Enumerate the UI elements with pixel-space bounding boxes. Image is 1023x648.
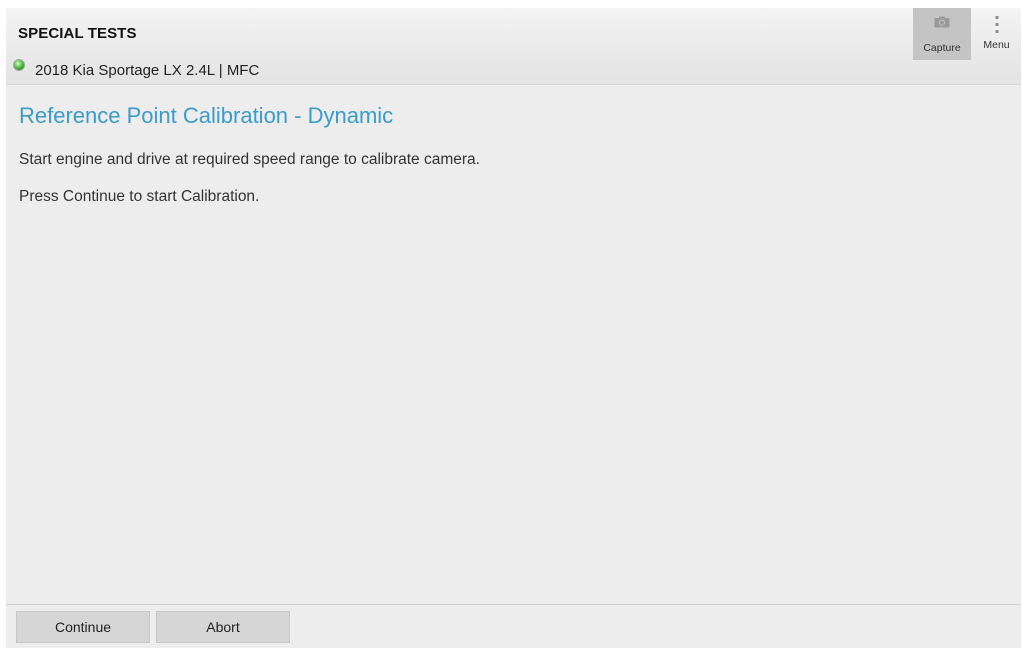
camera-icon [934, 16, 950, 28]
action-bar: Continue Abort [6, 604, 1021, 648]
app-header: SPECIAL TESTS 2018 Kia Sportage LX 2.4L … [6, 8, 1021, 85]
connection-status-icon [14, 60, 24, 70]
abort-button[interactable]: Abort [156, 611, 290, 643]
app-screen: SPECIAL TESTS 2018 Kia Sportage LX 2.4L … [6, 8, 1021, 648]
menu-label: Menu [983, 39, 1010, 51]
capture-button[interactable]: Capture [913, 8, 971, 60]
continue-button[interactable]: Continue [16, 611, 150, 643]
page-title: SPECIAL TESTS [18, 25, 137, 42]
vertical-dots-icon [995, 16, 998, 33]
vehicle-label: 2018 Kia Sportage LX 2.4L | MFC [35, 61, 260, 79]
menu-button[interactable]: Menu [972, 8, 1021, 60]
main-content: Reference Point Calibration - Dynamic St… [6, 85, 1021, 604]
capture-label: Capture [923, 42, 961, 54]
procedure-title: Reference Point Calibration - Dynamic [19, 103, 394, 128]
instruction-text: Press Continue to start Calibration. [19, 188, 260, 205]
instruction-text: Start engine and drive at required speed… [19, 151, 480, 168]
vehicle-info: 2018 Kia Sportage LX 2.4L | MFC [14, 60, 260, 79]
